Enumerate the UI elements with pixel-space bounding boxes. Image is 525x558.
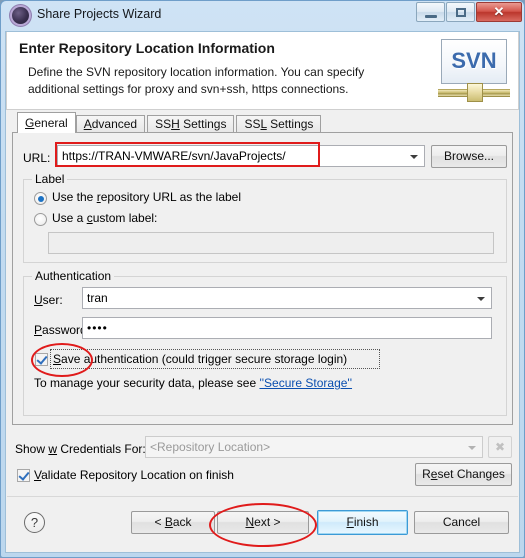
- tab-ssh-key: H: [171, 117, 180, 131]
- authentication-group: Authentication User: tran Password: ••••…: [23, 269, 507, 416]
- back-post: ack: [172, 515, 192, 529]
- finish-post: inish: [353, 515, 379, 529]
- restore-button[interactable]: [446, 2, 475, 22]
- reset-post: set Changes: [437, 467, 505, 481]
- next-post: ext >: [254, 515, 281, 529]
- show-credentials-pre: Show: [15, 442, 49, 456]
- back-key: B: [164, 515, 173, 529]
- tab-advanced[interactable]: Advanced: [75, 115, 146, 133]
- svn-badge-text: SVN: [451, 48, 497, 73]
- user-label: User:: [34, 293, 63, 307]
- browse-button[interactable]: Browse...: [431, 145, 507, 168]
- radio-url-post: epository URL as the label: [100, 190, 241, 204]
- save-auth-key: S: [53, 352, 62, 366]
- password-input[interactable]: ••••: [82, 317, 492, 339]
- finish-button[interactable]: Finish: [317, 510, 408, 535]
- user-label-post: ser:: [42, 293, 63, 307]
- radio-custom-post: ustom label:: [92, 211, 158, 225]
- show-credentials-label: Show w Credentials For:: [15, 442, 146, 456]
- svn-knob: [467, 83, 483, 102]
- chevron-down-icon: [410, 155, 418, 159]
- finish-key: F: [346, 515, 354, 529]
- general-tab-panel: URL: https://TRAN-VMWARE/svn/JavaProject…: [12, 132, 513, 425]
- save-authentication-label[interactable]: Save authentication (could trigger secur…: [53, 352, 347, 366]
- credentials-value: <Repository Location>: [150, 440, 271, 454]
- radio-use-custom-label[interactable]: [34, 213, 47, 226]
- reset-pre: R: [422, 467, 431, 481]
- back-pre: <: [154, 515, 165, 529]
- url-label: URL:: [23, 151, 51, 165]
- tab-general-key: G: [25, 116, 35, 130]
- show-credentials-post: Credentials For:: [57, 442, 146, 456]
- user-combo[interactable]: tran: [82, 287, 492, 309]
- radio-use-repository-url-label: Use the repository URL as the label: [52, 190, 241, 204]
- validate-repository-label[interactable]: Validate Repository Location on finish: [34, 468, 234, 482]
- validate-repository-checkbox[interactable]: [17, 469, 30, 482]
- tab-ssh-settings[interactable]: SSH Settings: [147, 115, 235, 133]
- tab-strip: General Advanced SSH Settings SSL Settin…: [17, 112, 323, 133]
- secure-storage-link[interactable]: ''Secure Storage'': [259, 376, 352, 390]
- svn-banner-image: SVN: [438, 37, 510, 105]
- footer-divider: [7, 496, 518, 497]
- back-button[interactable]: < Back: [131, 511, 215, 534]
- chevron-down-icon: [477, 297, 485, 301]
- tab-ssh-post: Settings: [179, 117, 227, 131]
- secure-storage-note: To manage your security data, please see…: [34, 376, 352, 390]
- save-auth-post: ave authentication (could trigger secure…: [61, 352, 348, 366]
- next-button[interactable]: Next >: [217, 511, 309, 534]
- tab-ssl-settings[interactable]: SSL Settings: [236, 115, 322, 133]
- page-description: Define the SVN repository location infor…: [28, 65, 365, 96]
- tab-ssl-post: Settings: [266, 117, 314, 131]
- radio-use-repository-url[interactable]: [34, 192, 47, 205]
- clear-credentials-button[interactable]: ✖: [488, 436, 512, 458]
- secure-storage-note-text: To manage your security data, please see: [34, 376, 260, 390]
- url-value: https://TRAN-VMWARE/svn/JavaProjects/: [62, 149, 286, 163]
- validate-post: alidate Repository Location on finish: [41, 468, 234, 482]
- wizard-header: Enter Repository Location Information De…: [6, 32, 519, 110]
- close-button[interactable]: ✕: [476, 2, 522, 22]
- user-value: tran: [87, 291, 108, 305]
- radio-url-pre: Use the: [52, 190, 97, 204]
- window-controls: ✕: [415, 2, 522, 22]
- save-authentication-checkbox[interactable]: [35, 353, 48, 366]
- tab-general-post: eneral: [34, 116, 68, 130]
- cancel-button[interactable]: Cancel: [414, 511, 509, 534]
- title-bar: Share Projects Wizard ✕: [1, 1, 525, 31]
- svn-plate: SVN: [441, 39, 507, 84]
- credentials-combo[interactable]: <Repository Location>: [145, 436, 483, 458]
- label-group: Label Use the repository URL as the labe…: [23, 172, 507, 263]
- svn-repository-icon: [12, 7, 29, 24]
- label-group-title: Label: [32, 172, 68, 186]
- page-title: Enter Repository Location Information: [19, 40, 275, 56]
- url-combo[interactable]: https://TRAN-VMWARE/svn/JavaProjects/: [57, 145, 425, 167]
- radio-custom-pre: Use a: [52, 211, 87, 225]
- radio-use-custom-label-label: Use a custom label:: [52, 211, 157, 225]
- chevron-down-icon: [468, 446, 476, 450]
- window-title: Share Projects Wizard: [37, 7, 162, 21]
- tab-advanced-key: A: [83, 117, 92, 131]
- tab-ssl-pre: SS: [244, 117, 261, 131]
- help-icon[interactable]: ?: [24, 512, 45, 533]
- custom-label-input[interactable]: [48, 232, 494, 254]
- tab-general[interactable]: General: [17, 112, 76, 133]
- minimize-button[interactable]: [416, 2, 445, 22]
- authentication-group-title: Authentication: [32, 269, 115, 283]
- tab-ssh-pre: SS: [155, 117, 172, 131]
- next-key: N: [245, 515, 255, 529]
- reset-changes-button[interactable]: Reset Changes: [415, 463, 512, 486]
- show-credentials-key: w: [48, 442, 58, 456]
- password-label-key: P: [34, 323, 43, 337]
- user-label-key: U: [34, 293, 43, 307]
- tab-advanced-post: dvanced: [91, 117, 138, 131]
- dialog-window: Share Projects Wizard ✕ Enter Repository…: [0, 0, 525, 558]
